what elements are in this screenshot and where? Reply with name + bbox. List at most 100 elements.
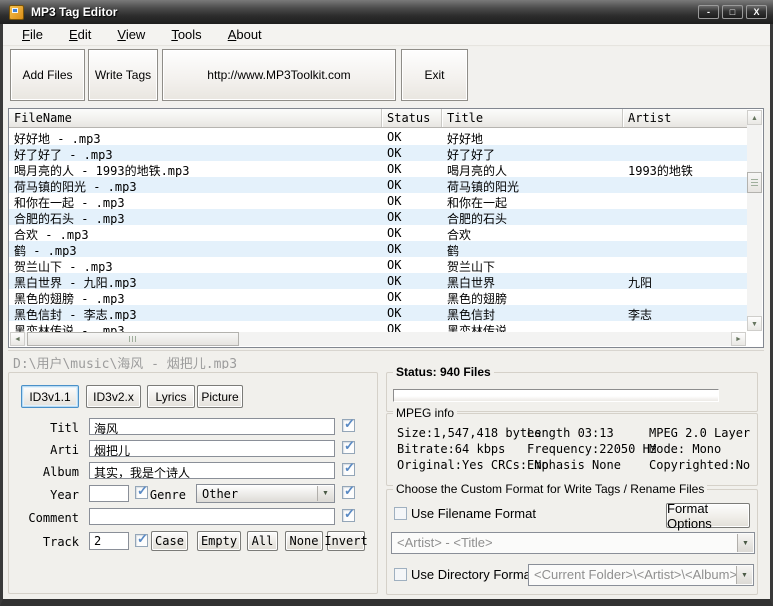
directory-format-dropdown[interactable]: <Current Folder>\<Artist>\<Album>\ ▼ bbox=[528, 564, 754, 586]
cell-filename: 好了好了 - .mp3 bbox=[9, 145, 382, 161]
mpeg-frequency: Frequency:22050 Hz bbox=[527, 442, 657, 456]
title-apply-checkbox[interactable]: ✓ bbox=[342, 419, 355, 432]
mpeg-emphasis: Emphasis None bbox=[527, 458, 621, 472]
check-icon: ✓ bbox=[344, 506, 355, 522]
cell-status: OK bbox=[382, 177, 442, 193]
cell-filename: 好好地 - .mp3 bbox=[9, 129, 382, 145]
genre-dropdown[interactable]: Other ▼ bbox=[196, 484, 335, 503]
table-row[interactable]: 和你在一起 - .mp3OK和你在一起 bbox=[9, 193, 747, 209]
album-label: Album bbox=[9, 465, 79, 479]
comment-apply-checkbox[interactable]: ✓ bbox=[342, 509, 355, 522]
table-row[interactable]: 好好地 - .mp3OK好好地 bbox=[9, 129, 747, 145]
table-row[interactable]: 黑白世界 - 九阳.mp3OK黑白世界九阳 bbox=[9, 273, 747, 289]
menu-about[interactable]: About bbox=[219, 25, 271, 44]
tab-picture[interactable]: Picture bbox=[197, 385, 243, 408]
menu-file[interactable]: File bbox=[13, 25, 52, 44]
tab-id3v2[interactable]: ID3v2.x bbox=[86, 385, 141, 408]
scroll-up-icon[interactable]: ▲ bbox=[747, 110, 762, 125]
empty-button[interactable]: Empty bbox=[197, 531, 241, 551]
cell-title: 黑白世界 bbox=[442, 273, 623, 289]
table-body: 好好地 - .mp3OK好好地 好了好了 - .mp3OK好了好了 喝月亮的人 … bbox=[9, 129, 747, 334]
table-row[interactable]: 合欢 - .mp3OK合欢 bbox=[9, 225, 747, 241]
cell-title: 鹤 bbox=[442, 241, 623, 257]
dropdown-arrow-icon[interactable]: ▼ bbox=[737, 534, 753, 552]
album-field[interactable]: 其实，我是个诗人 bbox=[89, 462, 335, 479]
cell-status: OK bbox=[382, 225, 442, 241]
table-row[interactable]: 喝月亮的人 - 1993的地铁.mp3OK喝月亮的人1993的地铁 bbox=[9, 161, 747, 177]
case-button[interactable]: Case bbox=[151, 531, 188, 551]
website-button[interactable]: http://www.MP3Toolkit.com bbox=[162, 49, 396, 101]
year-field[interactable] bbox=[89, 485, 129, 502]
menu-view[interactable]: View bbox=[108, 25, 154, 44]
use-directory-format-checkbox[interactable] bbox=[394, 568, 407, 581]
track-field[interactable]: 2 bbox=[89, 532, 129, 550]
table-row[interactable]: 黑色信封 - 李志.mp3OK黑色信封李志 bbox=[9, 305, 747, 321]
mpeg-version: MPEG 2.0 Layer bbox=[649, 426, 750, 440]
window-controls: - □ X bbox=[698, 5, 767, 19]
tab-lyrics[interactable]: Lyrics bbox=[147, 385, 195, 408]
artist-field[interactable]: 烟把儿 bbox=[89, 440, 335, 457]
track-label: Track bbox=[9, 535, 79, 549]
scroll-left-icon[interactable]: ◄ bbox=[10, 332, 25, 346]
column-header-artist[interactable]: Artist bbox=[623, 109, 747, 127]
close-button[interactable]: X bbox=[746, 5, 767, 19]
table-row[interactable]: 合肥的石头 - .mp3OK合肥的石头 bbox=[9, 209, 747, 225]
comment-field[interactable] bbox=[89, 508, 335, 525]
scroll-right-icon[interactable]: ► bbox=[731, 332, 746, 346]
table-row[interactable]: 荷马镇的阳光 - .mp3OK荷马镇的阳光 bbox=[9, 177, 747, 193]
genre-apply-checkbox[interactable]: ✓ bbox=[342, 486, 355, 499]
dropdown-arrow-icon[interactable]: ▼ bbox=[736, 566, 752, 584]
horizontal-scroll-thumb[interactable] bbox=[27, 332, 239, 346]
menu-tools[interactable]: Tools bbox=[162, 25, 210, 44]
cell-title: 黑色信封 bbox=[442, 305, 623, 321]
cell-status: OK bbox=[382, 193, 442, 209]
album-apply-checkbox[interactable]: ✓ bbox=[342, 463, 355, 476]
tab-id3v1[interactable]: ID3v1.1 bbox=[21, 385, 79, 408]
all-button[interactable]: All bbox=[247, 531, 278, 551]
cell-title: 合欢 bbox=[442, 225, 623, 241]
write-tags-button[interactable]: Write Tags bbox=[88, 49, 158, 101]
none-button[interactable]: None bbox=[285, 531, 323, 551]
cell-artist bbox=[623, 289, 747, 305]
title-field[interactable]: 海风 bbox=[89, 418, 335, 435]
exit-button[interactable]: Exit bbox=[401, 49, 468, 101]
scroll-down-icon[interactable]: ▼ bbox=[747, 316, 762, 331]
vertical-scroll-thumb[interactable] bbox=[747, 172, 762, 193]
track-apply-checkbox[interactable]: ✓ bbox=[135, 534, 148, 547]
table-row[interactable]: 黑色的翅膀 - .mp3OK黑色的翅膀 bbox=[9, 289, 747, 305]
cell-filename: 和你在一起 - .mp3 bbox=[9, 193, 382, 209]
column-header-filename[interactable]: FileName bbox=[9, 109, 382, 127]
cell-title: 喝月亮的人 bbox=[442, 161, 623, 177]
tag-editor-panel: ID3v1.1 ID3v2.x Lyrics Picture Titl 海风 ✓… bbox=[8, 372, 378, 594]
table-row[interactable]: 贺兰山下 - .mp3OK贺兰山下 bbox=[9, 257, 747, 273]
cell-filename: 喝月亮的人 - 1993的地铁.mp3 bbox=[9, 161, 382, 177]
check-icon: ✓ bbox=[137, 531, 148, 547]
cell-status: OK bbox=[382, 257, 442, 273]
invert-button[interactable]: Invert bbox=[327, 531, 365, 551]
thumb-grip-icon bbox=[129, 336, 137, 342]
table-row[interactable]: 鹤 - .mp3OK鹤 bbox=[9, 241, 747, 257]
cell-status: OK bbox=[382, 273, 442, 289]
column-header-title[interactable]: Title bbox=[442, 109, 623, 127]
add-files-button[interactable]: Add Files bbox=[10, 49, 85, 101]
artist-apply-checkbox[interactable]: ✓ bbox=[342, 441, 355, 454]
table-row[interactable]: 好了好了 - .mp3OK好了好了 bbox=[9, 145, 747, 161]
dropdown-arrow-icon[interactable]: ▼ bbox=[317, 486, 333, 501]
maximize-button[interactable]: □ bbox=[722, 5, 743, 19]
status-title: Status: 940 Files bbox=[393, 365, 494, 379]
cell-title: 合肥的石头 bbox=[442, 209, 623, 225]
use-filename-format-checkbox[interactable] bbox=[394, 507, 407, 520]
vertical-scrollbar[interactable]: ▲ ▼ bbox=[747, 110, 762, 331]
menu-edit[interactable]: Edit bbox=[60, 25, 100, 44]
cell-artist bbox=[623, 257, 747, 273]
cell-title: 黑色的翅膀 bbox=[442, 289, 623, 305]
cell-status: OK bbox=[382, 305, 442, 321]
app-icon bbox=[9, 5, 24, 20]
title-bar[interactable]: MP3 Tag Editor - □ X bbox=[0, 0, 773, 24]
filename-format-dropdown[interactable]: <Artist> - <Title> ▼ bbox=[391, 532, 755, 554]
minimize-button[interactable]: - bbox=[698, 5, 719, 19]
column-header-status[interactable]: Status bbox=[382, 109, 442, 127]
use-filename-format-label: Use Filename Format bbox=[411, 506, 536, 521]
horizontal-scrollbar[interactable]: ◄ ► bbox=[10, 332, 746, 346]
format-options-button[interactable]: Format Options bbox=[666, 503, 750, 528]
